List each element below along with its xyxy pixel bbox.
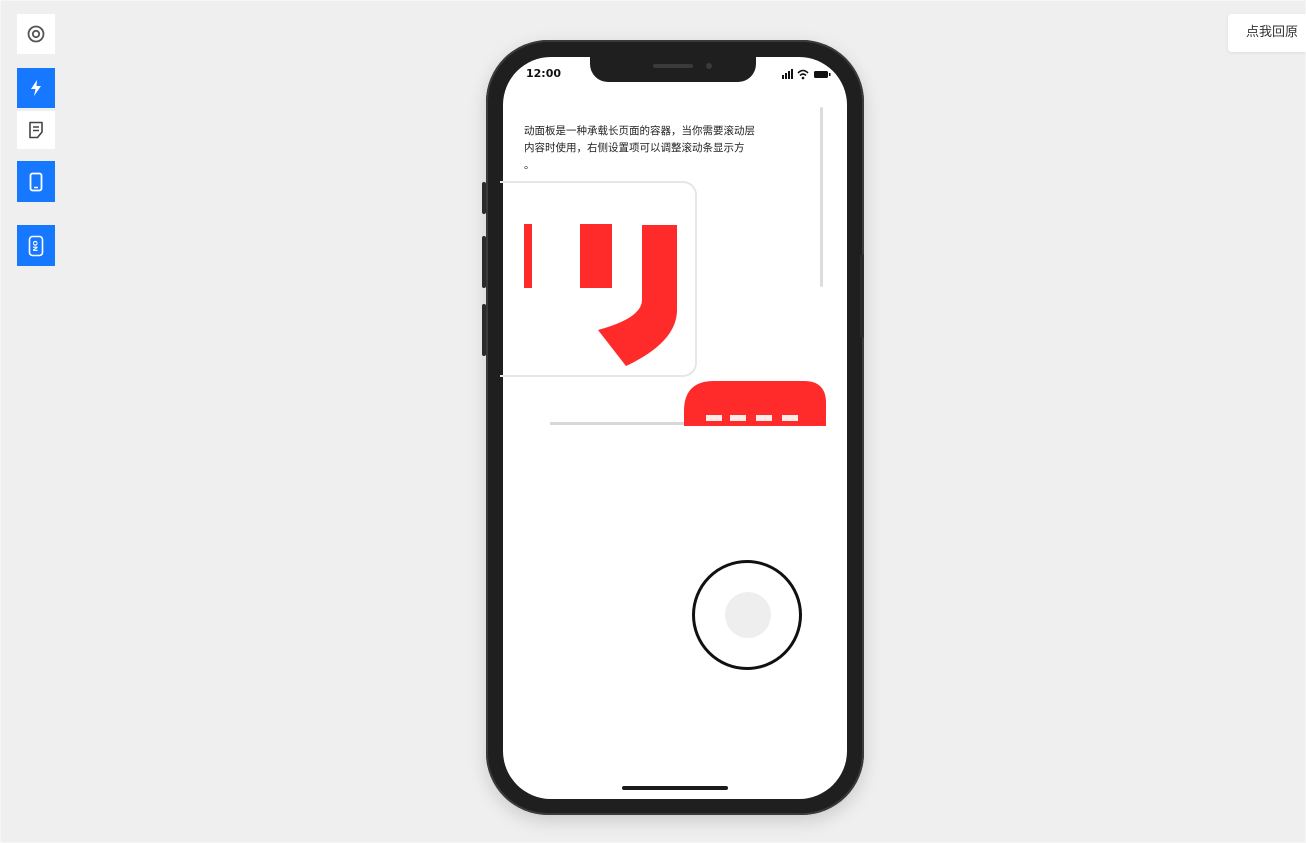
wifi-icon — [797, 69, 809, 80]
signal-icon — [782, 69, 793, 79]
interaction-button[interactable] — [17, 68, 55, 108]
toggle-on-icon: ON — [28, 235, 44, 257]
target-icon — [27, 25, 45, 43]
touch-indicator-dot — [725, 592, 771, 638]
toggle-on-label: ON — [31, 240, 39, 251]
phone-notch — [590, 57, 756, 82]
scroll-panel-scrollbar[interactable] — [820, 107, 823, 287]
red-bottom-shape — [684, 381, 826, 426]
mobile-icon — [29, 172, 43, 192]
battery-icon — [814, 71, 831, 78]
target-button[interactable] — [17, 14, 55, 54]
restore-button[interactable]: 点我回原 — [1228, 14, 1306, 52]
lightning-icon — [29, 79, 43, 97]
home-indicator[interactable] — [622, 786, 728, 790]
status-icons — [778, 66, 834, 80]
mute-switch — [482, 182, 486, 214]
red-bar-1 — [524, 224, 532, 288]
scroll-panel-description: 动面板是一种承载长页面的容器，当你需要滚动层 内容时使用，右侧设置项可以调整滚动… — [524, 125, 755, 171]
document-button[interactable] — [17, 111, 55, 149]
mobile-preview-button[interactable] — [17, 161, 55, 202]
red-hook-shape — [598, 225, 677, 366]
speaker — [653, 64, 693, 68]
power-button — [860, 254, 864, 338]
status-time: 12:00 — [526, 67, 562, 80]
volume-down-button — [482, 304, 486, 356]
document-icon — [28, 121, 44, 139]
volume-up-button — [482, 236, 486, 288]
toggle-button[interactable]: ON — [17, 225, 55, 266]
front-camera — [706, 63, 712, 69]
